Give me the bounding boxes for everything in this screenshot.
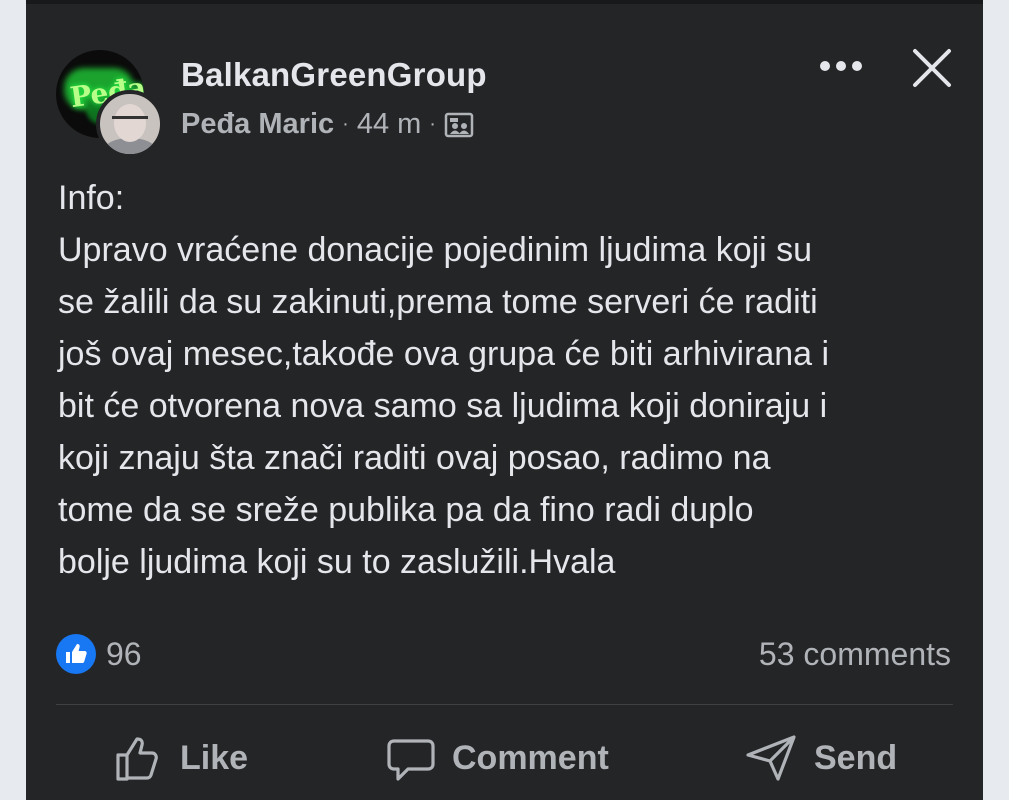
post-text-line: se žalili da su zakinuti,prema tome serv… bbox=[58, 283, 818, 321]
like-label: Like bbox=[180, 738, 249, 777]
post-text-line: još ovaj mesec,takođe ova grupa će biti … bbox=[58, 335, 830, 373]
group-audience-icon bbox=[444, 110, 474, 140]
post-time[interactable]: 44 m bbox=[357, 108, 421, 141]
reaction-count: 96 bbox=[106, 635, 142, 672]
more-options-button[interactable] bbox=[816, 48, 866, 84]
author-name[interactable]: Peđa Maric bbox=[181, 108, 334, 141]
author-avatar[interactable] bbox=[96, 90, 164, 158]
comment-label: Comment bbox=[452, 738, 609, 777]
top-border bbox=[26, 0, 983, 4]
thumbs-up-icon bbox=[116, 737, 158, 781]
send-icon bbox=[746, 735, 796, 781]
post-meta: Peđa Maric · 44 m · bbox=[181, 108, 474, 141]
close-icon bbox=[913, 49, 951, 87]
more-options-icon bbox=[820, 61, 862, 71]
post-body: Info: Upravo vraćene donacije pojedinim … bbox=[58, 172, 958, 588]
meta-separator: · bbox=[342, 113, 349, 135]
post-card: Peđa BalkanGreenGroup Peđa Maric · 44 m … bbox=[26, 0, 983, 800]
comments-count-link[interactable]: 53 comments bbox=[759, 636, 951, 673]
post-text-line: Upravo vraćene donacije pojedinim ljudim… bbox=[58, 231, 813, 269]
send-button[interactable]: Send bbox=[744, 722, 897, 794]
comment-button[interactable]: Comment bbox=[386, 722, 609, 794]
send-label: Send bbox=[814, 738, 898, 777]
post-text-line: bolje ljudima koji su to zaslužili.Hvala bbox=[58, 543, 616, 581]
post-text-line: Info: bbox=[58, 179, 125, 217]
meta-separator: · bbox=[429, 113, 436, 135]
post-text-line: koji znaju šta znači raditi ovaj posao, … bbox=[58, 439, 771, 477]
group-name[interactable]: BalkanGreenGroup bbox=[181, 56, 487, 94]
divider bbox=[56, 704, 953, 705]
reactions-summary[interactable]: 96 bbox=[56, 634, 142, 674]
post-text-line: tome da se sreže publika pa da fino radi… bbox=[58, 491, 754, 529]
comment-bubble-icon bbox=[387, 739, 435, 781]
close-button[interactable] bbox=[906, 42, 958, 94]
like-button[interactable]: Like bbox=[114, 722, 248, 794]
action-bar: Like Comment Send bbox=[26, 722, 983, 794]
like-reaction-icon bbox=[56, 634, 96, 674]
post-text-line: bit će otvorena nova samo sa ljudima koj… bbox=[58, 387, 828, 425]
